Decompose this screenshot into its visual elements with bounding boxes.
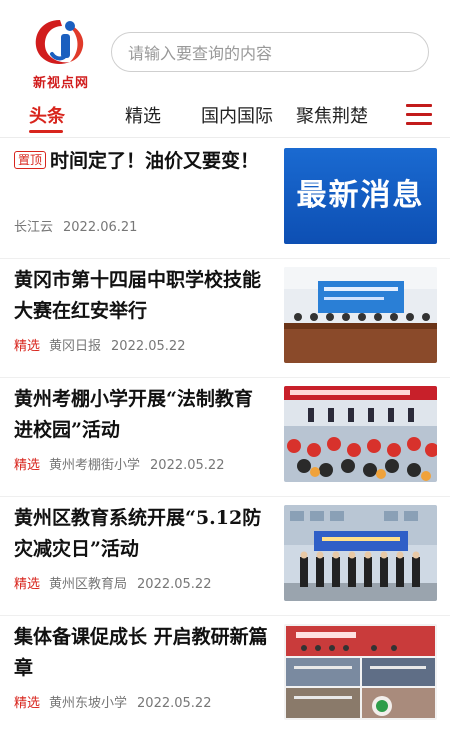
news-meta: 长江云 2022.06.21 [14,216,137,235]
news-title[interactable]: 黄冈市第十四届中职学校技能大赛在红安举行 [14,265,269,327]
app-header: 新视点网 [0,0,450,95]
news-tag: 精选 [14,696,41,711]
tab-focus-jingchu[interactable]: 聚焦荆楚 [296,102,368,128]
pinned-badge: 置顶 [14,151,47,169]
news-title[interactable]: 黄州考棚小学开展“法制教育进校园”活动 [14,384,269,446]
news-thumbnail[interactable] [284,624,437,720]
news-meta: 精选 黄州区教育局 2022.05.22 [14,573,211,592]
site-logo[interactable]: 新视点网 [22,14,100,91]
news-date: 2022.06.21 [63,220,138,235]
news-item[interactable]: 集体备课促成长 开启教研新篇章 精选 黄州东坡小学 2022.05.22 [0,616,450,736]
meeting-photo-image [284,267,437,363]
news-thumbnail[interactable] [284,267,437,363]
news-source: 黄州考棚街小学 [49,458,141,473]
search-input[interactable] [126,33,420,73]
tab-selected[interactable]: 精选 [125,102,161,128]
hamburger-menu-icon[interactable] [406,104,432,126]
school-event-photo-image [284,386,437,482]
news-item[interactable]: 黄州区教育系统开展“5.12防灾减灾日”活动 精选 黄州区教育局 2022.05.2… [0,497,450,617]
news-tag: 精选 [14,577,41,592]
news-date: 2022.05.22 [150,458,225,473]
news-tag: 精选 [14,458,41,473]
news-item[interactable]: 黄州考棚小学开展“法制教育进校园”活动 精选 黄州考棚街小学 2022.05.22 [0,378,450,498]
logo-mark-icon [35,20,84,65]
news-date: 2022.05.22 [111,339,186,354]
channel-tabs: 头条 精选 国内国际 聚焦荆楚 [0,96,450,136]
news-source: 长江云 [14,220,54,235]
logo-text: 新视点网 [32,76,89,91]
news-thumbnail[interactable] [284,386,437,482]
news-source: 黄冈日报 [49,339,102,354]
news-source: 黄州东坡小学 [49,696,128,711]
news-meta: 精选 黄州考棚街小学 2022.05.22 [14,454,224,473]
news-title[interactable]: 集体备课促成长 开启教研新篇章 [14,622,269,684]
news-thumbnail[interactable] [284,505,437,601]
news-date: 2022.05.22 [137,696,212,711]
tab-headline[interactable]: 头条 [29,102,65,128]
news-title[interactable]: 黄州区教育系统开展“5.12防灾减灾日”活动 [14,503,269,565]
news-item[interactable]: 黄冈市第十四届中职学校技能大赛在红安举行 精选 黄冈日报 2022.05.22 [0,259,450,379]
news-meta: 精选 黄冈日报 2022.05.22 [14,335,185,354]
news-thumbnail[interactable]: 最新消息 [284,148,437,244]
news-title[interactable]: 置顶 时间定了！油价又要变！ [14,146,269,177]
officials-photo-image [284,505,437,601]
search-box[interactable] [111,32,429,73]
news-meta: 精选 黄州东坡小学 2022.05.22 [14,692,211,711]
news-item[interactable]: 置顶 时间定了！油价又要变！ 长江云 2022.06.21 最新消息 [0,140,450,260]
collage-photo-image [284,624,437,720]
tab-domestic-international[interactable]: 国内国际 [201,102,273,128]
news-source: 黄州区教育局 [49,577,128,592]
tabs-divider [0,137,450,138]
news-date: 2022.05.22 [137,577,212,592]
active-tab-indicator [29,130,63,133]
thumbnail-caption: 最新消息 [296,178,425,213]
news-tag: 精选 [14,339,41,354]
